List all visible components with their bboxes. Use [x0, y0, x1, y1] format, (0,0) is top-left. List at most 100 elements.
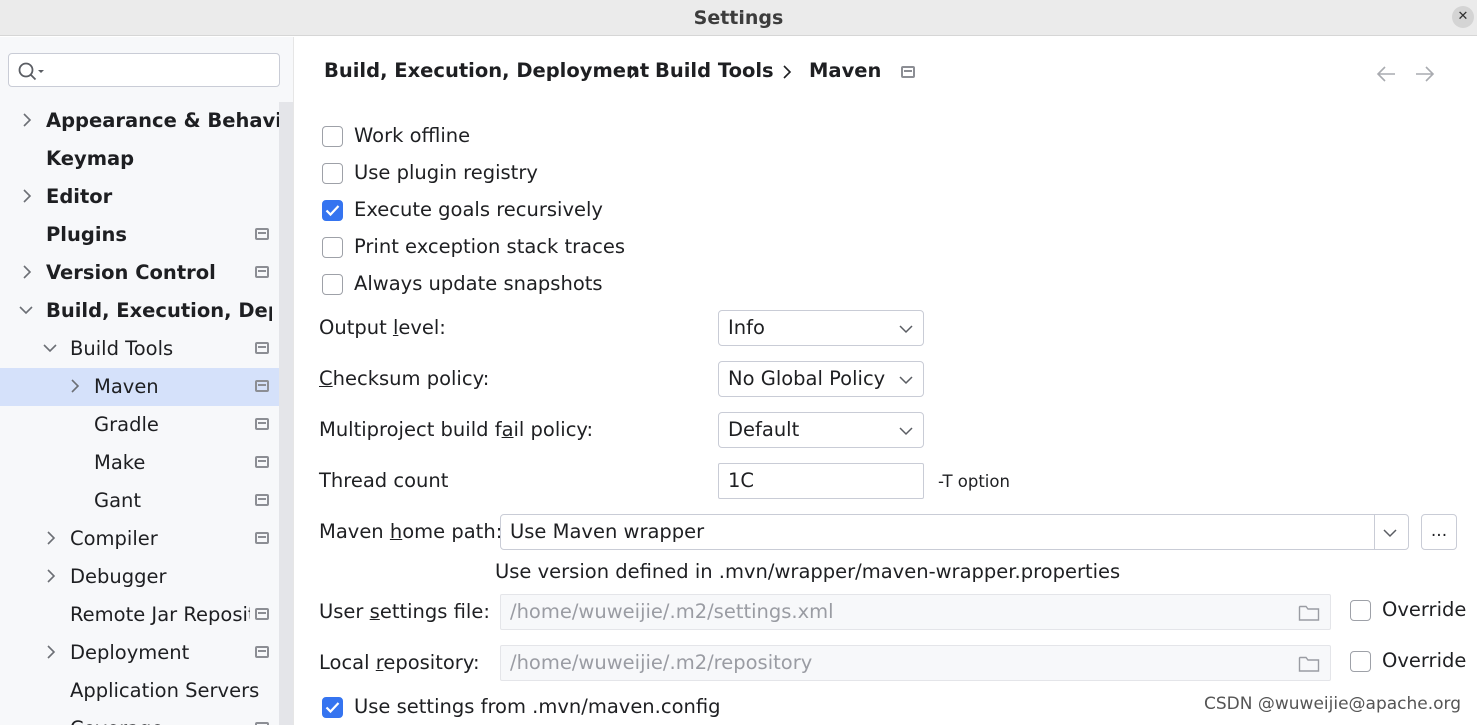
- settings-sidebar: Appearance & Behavior Keymap Editor Plug…: [0, 37, 294, 725]
- chevron-down-icon: [19, 306, 33, 315]
- sidebar-item-label: Gant: [94, 489, 142, 512]
- checkmark-icon: [325, 205, 340, 217]
- use-plugin-registry-checkbox[interactable]: [322, 163, 343, 184]
- project-settings-icon: [255, 380, 269, 392]
- maven-home-browse-button[interactable]: ...: [1421, 514, 1457, 550]
- chevron-down-icon: [899, 427, 913, 436]
- work-offline-label: Work offline: [354, 124, 471, 147]
- project-settings-icon: [255, 418, 269, 430]
- checksum-policy-label: Checksum policy:: [319, 367, 490, 390]
- thread-count-label: Thread count: [319, 469, 449, 492]
- forward-arrow-icon[interactable]: [1414, 64, 1436, 84]
- work-offline-checkbox[interactable]: [322, 126, 343, 147]
- folder-icon[interactable]: [1298, 655, 1320, 673]
- project-settings-icon: [255, 456, 269, 468]
- sidebar-item-editor[interactable]: Editor: [0, 178, 280, 216]
- chevron-right-icon: [47, 531, 56, 545]
- sidebar-item-label: Build, Execution, Deployment: [46, 299, 272, 322]
- sidebar-item-coverage[interactable]: Coverage: [0, 710, 280, 725]
- chevron-right-icon: [47, 569, 56, 583]
- chevron-down-icon: [899, 376, 913, 385]
- sidebar-item-label: Deployment: [70, 641, 190, 664]
- output-level-dropdown[interactable]: Info: [718, 310, 924, 346]
- output-level-label: Output level:: [319, 316, 446, 339]
- use-plugin-registry-label: Use plugin registry: [354, 161, 538, 184]
- sidebar-item-build-tools[interactable]: Build Tools: [0, 330, 280, 368]
- output-level-value: Info: [728, 316, 765, 339]
- project-settings-icon: [255, 608, 269, 620]
- sidebar-item-keymap[interactable]: Keymap: [0, 140, 280, 178]
- sidebar-item-application-servers[interactable]: Application Servers: [0, 672, 280, 710]
- sidebar-item-remote-jar-repositories[interactable]: Remote Jar Repositories: [0, 596, 280, 634]
- folder-icon[interactable]: [1298, 604, 1320, 622]
- sidebar-item-maven[interactable]: Maven: [0, 368, 293, 406]
- sidebar-item-label-clip: Remote Jar Repositories: [0, 596, 250, 634]
- thread-count-hint: -T option: [938, 472, 1010, 491]
- sidebar-item-label: Debugger: [70, 565, 167, 588]
- sidebar-item-label: Make: [94, 451, 146, 474]
- sidebar-item-label: Remote Jar Repositories: [70, 603, 250, 626]
- breadcrumb-item[interactable]: Build, Execution, Deployment: [324, 59, 649, 82]
- checkmark-icon: [325, 702, 340, 714]
- sidebar-item-appearance-behavior[interactable]: Appearance & Behavior: [0, 102, 293, 140]
- sidebar-scrollbar[interactable]: [279, 102, 293, 725]
- sidebar-item-build-execution-deployment[interactable]: Build, Execution, Deployment: [0, 292, 272, 330]
- use-mvn-config-checkbox[interactable]: [322, 697, 343, 718]
- watermark: CSDN @wuweijie@apache.org: [1204, 694, 1462, 714]
- sidebar-item-label: Appearance & Behavior: [46, 109, 294, 132]
- sidebar-item-compiler[interactable]: Compiler: [0, 520, 280, 558]
- chevron-right-icon: [47, 645, 56, 659]
- search-input[interactable]: [8, 53, 280, 87]
- sidebar-item-deployment[interactable]: Deployment: [0, 634, 280, 672]
- multiproject-fail-policy-label: Multiproject build fail policy:: [319, 418, 594, 441]
- close-button[interactable]: ✕: [1452, 6, 1474, 28]
- sidebar-item-label: Version Control: [46, 261, 216, 284]
- user-settings-override-checkbox[interactable]: [1350, 600, 1371, 621]
- sidebar-item-label: Build Tools: [70, 337, 174, 360]
- chevron-right-icon: [23, 113, 32, 127]
- sidebar-item-label: Editor: [46, 185, 113, 208]
- back-arrow-icon[interactable]: [1375, 64, 1397, 84]
- sidebar-item-debugger[interactable]: Debugger: [0, 558, 280, 596]
- thread-count-value: 1C: [728, 469, 755, 492]
- search-icon: [18, 62, 44, 81]
- always-update-snapshots-checkbox[interactable]: [322, 274, 343, 295]
- window-title: Settings: [693, 7, 784, 29]
- project-settings-icon: [255, 266, 269, 278]
- user-settings-input[interactable]: /home/wuweijie/.m2/settings.xml: [500, 594, 1331, 630]
- local-repository-value: /home/wuweijie/.m2/repository: [510, 651, 813, 674]
- sidebar-item-label: Keymap: [46, 147, 135, 170]
- sidebar-item-label: Plugins: [46, 223, 127, 246]
- chevron-right-icon: [23, 189, 32, 203]
- sidebar-item-label: Maven: [94, 375, 159, 398]
- use-mvn-config-label: Use settings from .mvn/maven.config: [354, 695, 721, 718]
- print-exception-stack-traces-checkbox[interactable]: [322, 237, 343, 258]
- sidebar-item-gant[interactable]: Gant: [0, 482, 280, 520]
- sidebar-item-label: Compiler: [70, 527, 158, 550]
- sidebar-item-plugins[interactable]: Plugins: [0, 216, 280, 254]
- sidebar-item-gradle[interactable]: Gradle: [0, 406, 280, 444]
- sidebar-item-label: Coverage: [70, 717, 163, 725]
- local-repository-override-checkbox[interactable]: [1350, 651, 1371, 672]
- maven-home-dropdown[interactable]: Use Maven wrapper: [500, 514, 1409, 550]
- user-settings-override-label: Override: [1382, 598, 1467, 621]
- checksum-policy-dropdown[interactable]: No Global Policy: [718, 361, 924, 397]
- chevron-down-icon: [43, 344, 57, 353]
- title-bar: Settings ✕: [0, 0, 1477, 36]
- sidebar-item-version-control[interactable]: Version Control: [0, 254, 280, 292]
- chevron-right-icon: [783, 65, 792, 79]
- chevron-right-icon: [629, 65, 638, 79]
- sidebar-item-make[interactable]: Make: [0, 444, 280, 482]
- breadcrumb-item[interactable]: Build Tools: [655, 59, 774, 82]
- local-repository-input[interactable]: /home/wuweijie/.m2/repository: [500, 645, 1331, 681]
- thread-count-input[interactable]: 1C: [718, 463, 924, 499]
- chevron-down-icon: [1383, 529, 1397, 538]
- execute-goals-recursively-checkbox[interactable]: [322, 200, 343, 221]
- project-settings-icon: [255, 532, 269, 544]
- chevron-right-icon: [23, 265, 32, 279]
- settings-content: Build, Execution, Deployment Build Tools…: [295, 37, 1477, 725]
- multiproject-fail-policy-dropdown[interactable]: Default: [718, 412, 924, 448]
- project-settings-icon: [255, 228, 269, 240]
- local-repository-label: Local repository:: [319, 651, 480, 674]
- local-repository-override-label: Override: [1382, 649, 1467, 672]
